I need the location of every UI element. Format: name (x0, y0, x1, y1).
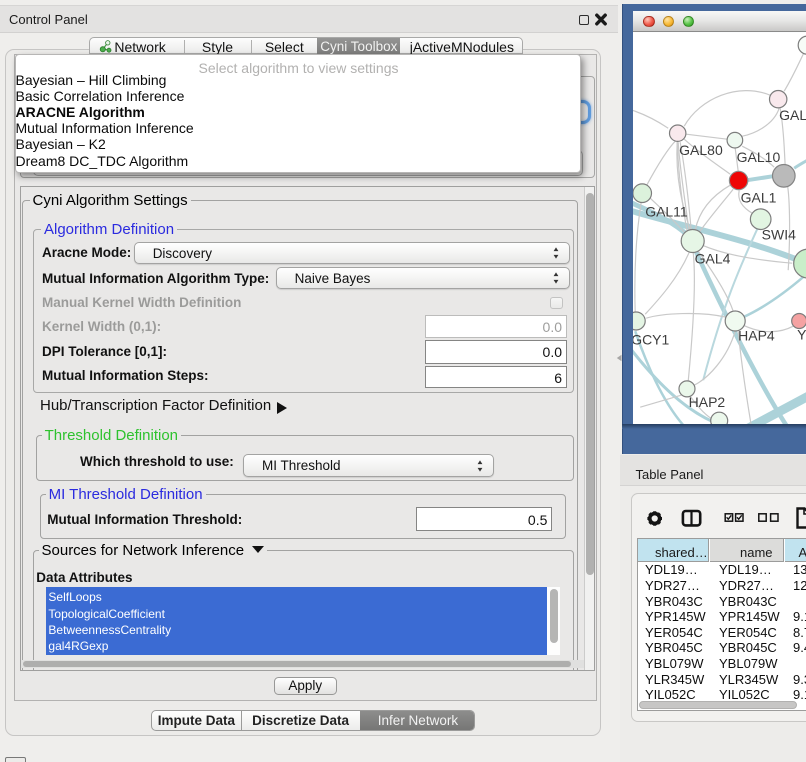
svg-text:HAP4: HAP4 (738, 327, 775, 343)
svg-text:GAL80: GAL80 (679, 142, 723, 158)
svg-text:YDR: YDR (797, 326, 806, 342)
svg-text:GCY1: GCY1 (633, 331, 670, 347)
svg-text:GAL11: GAL11 (645, 203, 688, 219)
svg-text:GAL1: GAL1 (740, 189, 776, 205)
svg-text:GAL10: GAL10 (736, 149, 780, 165)
svg-text:SWI4: SWI4 (761, 226, 795, 242)
svg-text:GAL7: GAL7 (779, 107, 806, 123)
svg-text:GAL4: GAL4 (694, 250, 730, 266)
svg-text:HAP2: HAP2 (688, 394, 725, 410)
